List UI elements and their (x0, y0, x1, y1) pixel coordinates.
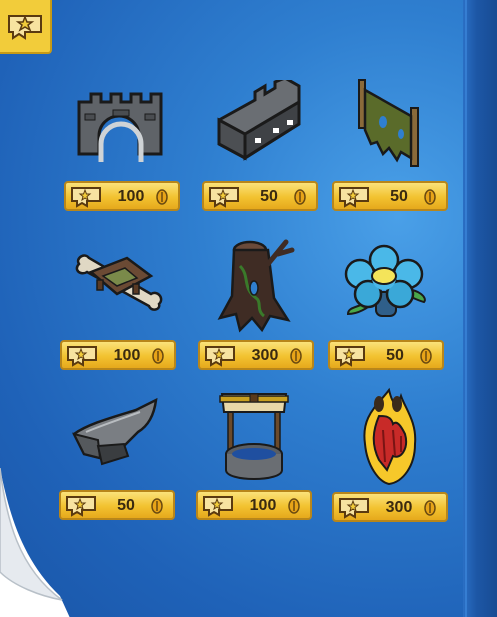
coin-icon (151, 498, 163, 514)
membership-badge-icon (335, 346, 365, 367)
item-tattered-banner[interactable] (353, 78, 425, 170)
item-fort-wall[interactable] (215, 76, 303, 172)
membership-badge-icon (203, 496, 233, 517)
badge-icon (8, 14, 42, 40)
price-tag[interactable]: 50 (332, 181, 448, 211)
price-tag[interactable]: 300 (332, 492, 448, 522)
tattered-banner-icon (358, 79, 419, 167)
item-price: 100 (249, 497, 277, 514)
item-price: 50 (386, 347, 404, 364)
membership-badge-icon (339, 187, 369, 208)
price-tag[interactable]: 100 (196, 490, 312, 520)
coin-icon (290, 348, 302, 364)
price-tag[interactable]: 300 (198, 340, 314, 370)
membership-badge-icon (209, 187, 239, 208)
fire-pit-icon (363, 387, 417, 486)
dead-tree-stump-icon (217, 239, 295, 333)
membership-badge[interactable] (0, 0, 52, 54)
item-price: 100 (117, 188, 145, 205)
item-castle-arch[interactable] (73, 90, 169, 168)
item-bone-rug[interactable] (73, 250, 165, 312)
coin-icon (152, 348, 164, 364)
item-fire-pit[interactable] (357, 386, 421, 486)
membership-badge-icon (67, 346, 97, 367)
coin-icon (424, 189, 436, 205)
membership-badge-icon (339, 498, 369, 519)
coin-icon (156, 189, 168, 205)
membership-badge-icon (205, 346, 235, 367)
item-price: 50 (390, 188, 408, 205)
page-curl-icon[interactable] (0, 468, 70, 617)
catalog-page: 100 50 50 100 300 50 50 100 300 (0, 0, 497, 617)
item-anvil[interactable] (70, 396, 160, 466)
spine-divider (465, 0, 467, 617)
bone-rug-icon (75, 254, 163, 311)
item-price: 50 (117, 497, 135, 514)
item-blue-flower[interactable] (340, 244, 432, 322)
price-tag[interactable]: 50 (59, 490, 175, 520)
stone-castle-arch-icon (77, 92, 163, 162)
catalog-spine (463, 0, 497, 617)
coin-icon (294, 189, 306, 205)
coin-icon (424, 500, 436, 516)
price-tag[interactable]: 100 (60, 340, 176, 370)
coin-icon (288, 498, 300, 514)
item-price: 300 (251, 347, 279, 364)
item-price: 50 (260, 188, 278, 205)
item-dead-tree-stump[interactable] (216, 236, 296, 334)
wishing-well-icon (219, 393, 289, 480)
membership-badge-icon (71, 187, 101, 208)
item-price: 300 (385, 499, 413, 516)
anvil-icon (72, 397, 158, 466)
item-price: 100 (113, 347, 141, 364)
stone-fort-wall-icon (217, 76, 301, 161)
price-tag[interactable]: 50 (202, 181, 318, 211)
price-tag[interactable]: 50 (328, 340, 444, 370)
price-tag[interactable]: 100 (64, 181, 180, 211)
item-wishing-well[interactable] (218, 390, 290, 482)
blue-flower-icon (344, 244, 426, 317)
coin-icon (420, 348, 432, 364)
